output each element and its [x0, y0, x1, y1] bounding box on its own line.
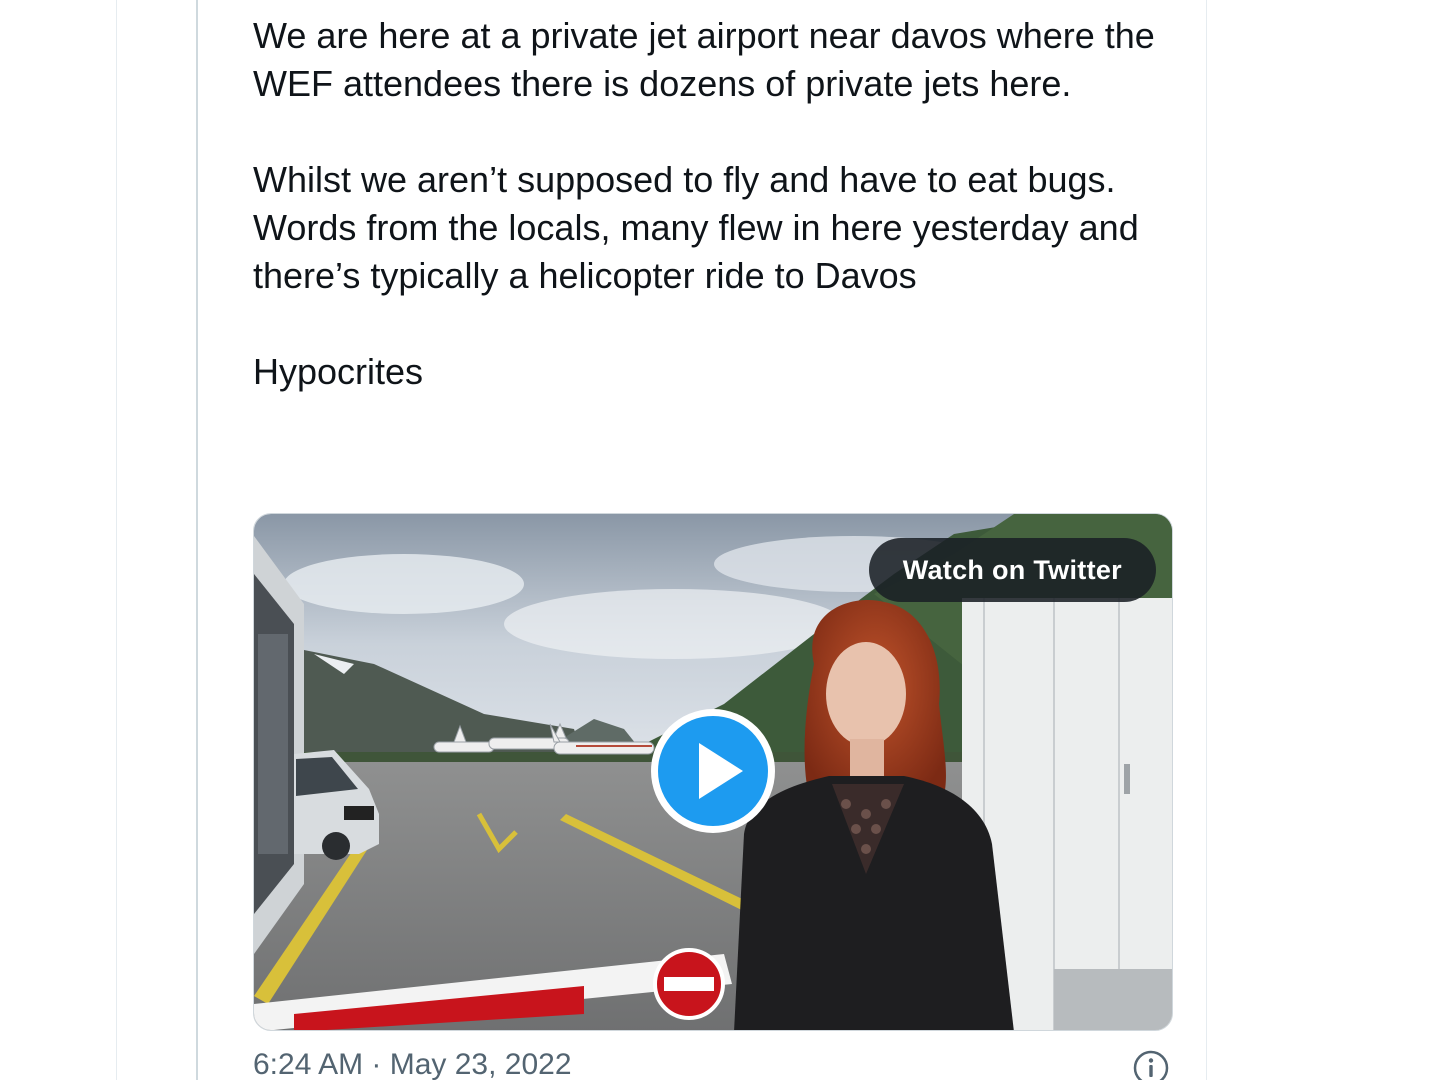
left-column-divider: [116, 0, 117, 1080]
video-player[interactable]: Watch on Twitter: [253, 513, 1173, 1031]
tweet-paragraph: Words from the locals, many flew in here…: [253, 207, 1139, 296]
tweet-paragraph: Whilst we aren’t supposed to fly and hav…: [253, 159, 1116, 200]
tweet-text: We are here at a private jet airport nea…: [253, 12, 1183, 396]
watch-on-twitter-button[interactable]: Watch on Twitter: [868, 538, 1156, 602]
thread-connector-line: [196, 0, 198, 1080]
tweet-timestamp[interactable]: 6:24 AM · May 23, 2022: [253, 1048, 572, 1080]
tweet-paragraph: We are here at a private jet airport nea…: [253, 15, 1155, 104]
play-icon[interactable]: [647, 705, 779, 837]
tweet-page: We are here at a private jet airport nea…: [0, 0, 1440, 1080]
right-column-divider: [1206, 0, 1207, 1080]
info-icon[interactable]: [1133, 1050, 1169, 1080]
tweet-paragraph: Hypocrites: [253, 351, 424, 392]
